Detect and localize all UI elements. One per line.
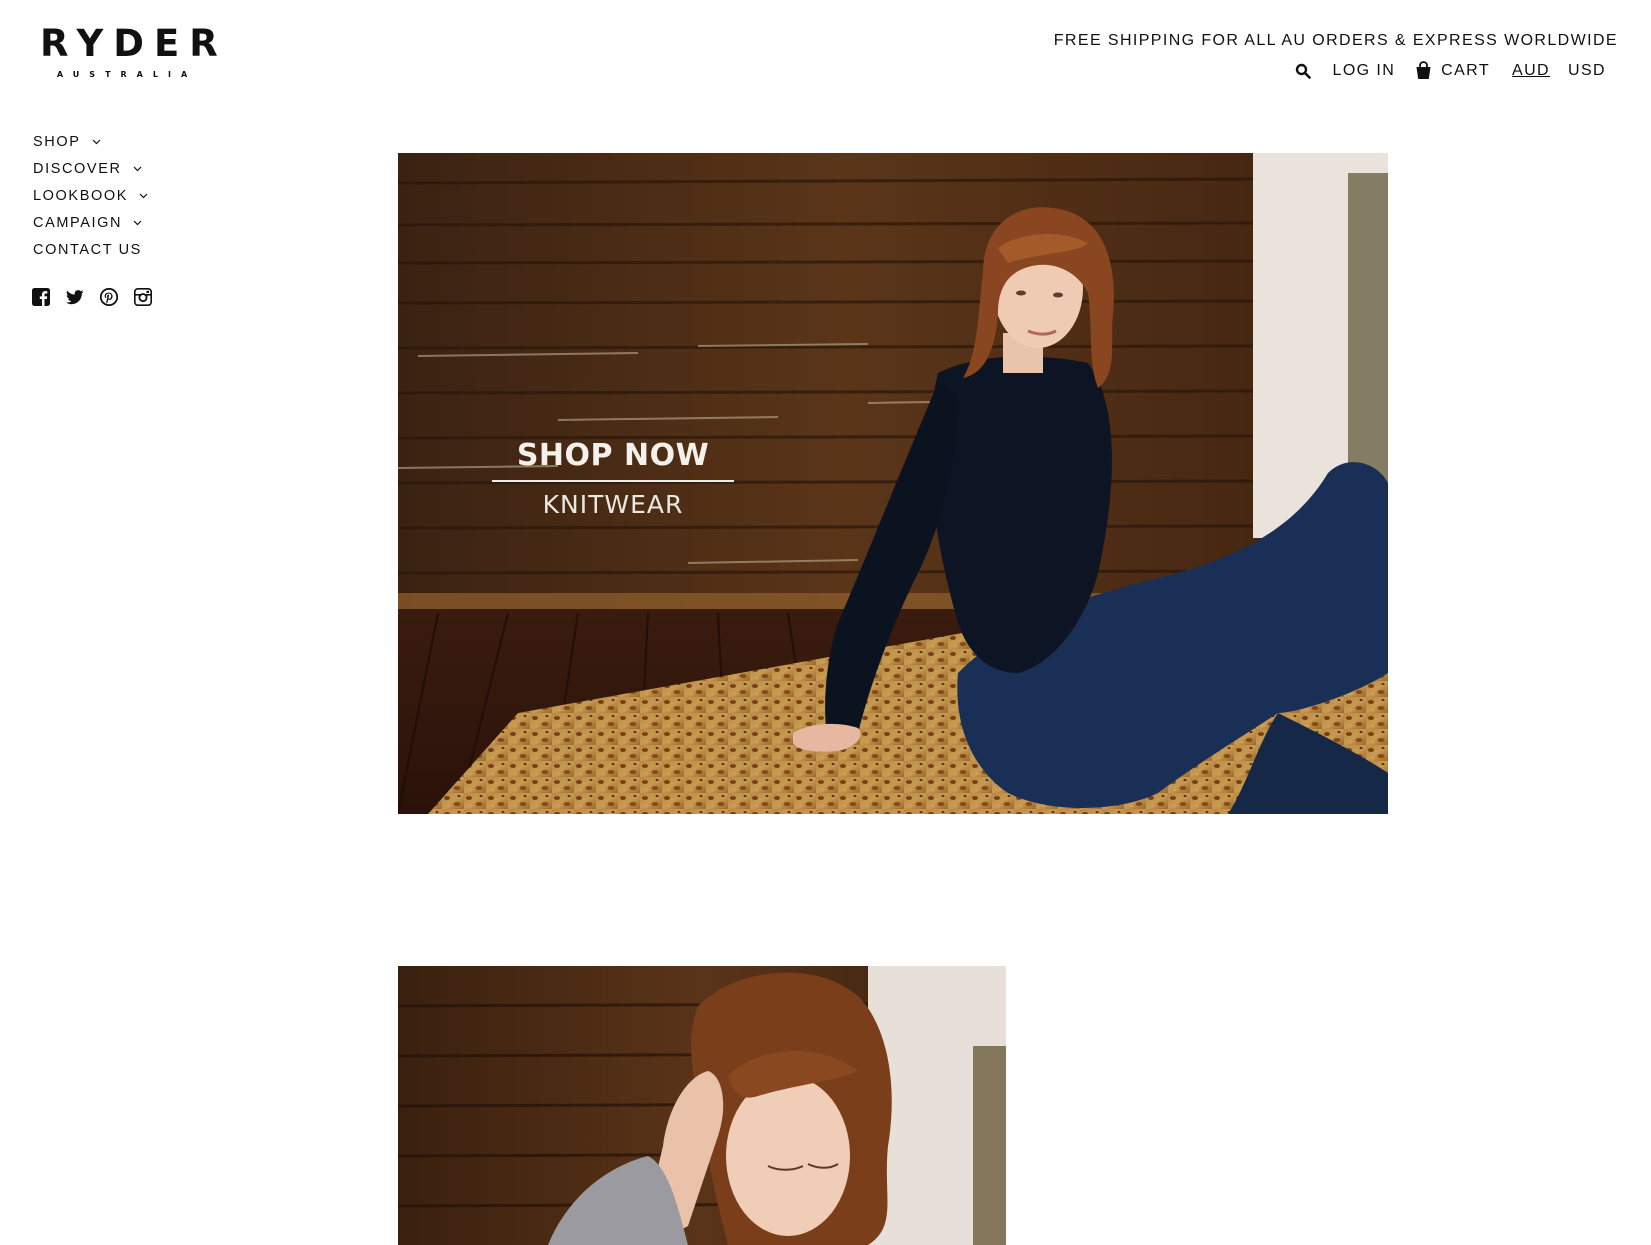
nav-item-label: CONTACT US <box>33 241 142 258</box>
nav-item-contact-us[interactable]: CONTACT US <box>33 236 148 263</box>
nav-item-label: DISCOVER <box>33 160 122 177</box>
nav-item-lookbook[interactable]: LOOKBOOK <box>33 182 148 209</box>
promo-banner: FREE SHIPPING FOR ALL AU ORDERS & EXPRES… <box>1053 32 1618 49</box>
cta-title: SHOP NOW <box>516 438 710 473</box>
secondary-image[interactable] <box>398 966 1006 1245</box>
shopping-bag-icon <box>1416 61 1431 79</box>
page: RYDER AUSTRALIA FREE SHIPPING FOR ALL AU… <box>0 0 1651 1245</box>
cart-link[interactable]: CART <box>1415 61 1512 80</box>
pinterest-icon[interactable] <box>100 288 118 306</box>
brand-subtitle: AUSTRALIA <box>56 70 198 79</box>
nav-item-label: LOOKBOOK <box>33 187 128 204</box>
instagram-icon[interactable] <box>134 288 152 306</box>
hero-banner[interactable]: SHOP NOW KNITWEAR <box>398 153 1388 814</box>
utility-bar: LOG IN CART AUD USD <box>1295 61 1606 80</box>
chevron-down-icon <box>133 166 141 171</box>
facebook-icon[interactable] <box>32 288 50 306</box>
nav-item-shop[interactable]: SHOP <box>33 128 148 155</box>
social-links <box>32 288 152 306</box>
brand-name: RYDER <box>40 22 228 65</box>
secondary-photo <box>398 966 1006 1245</box>
nav-item-label: CAMPAIGN <box>33 214 123 231</box>
nav-item-label: SHOP <box>33 133 81 150</box>
chevron-down-icon <box>92 139 100 144</box>
brand-logo[interactable]: RYDER AUSTRALIA <box>32 22 228 80</box>
login-link[interactable]: LOG IN <box>1333 62 1396 80</box>
nav-item-campaign[interactable]: CAMPAIGN <box>33 209 148 236</box>
currency-usd[interactable]: USD <box>1568 62 1606 80</box>
chevron-down-icon <box>133 220 142 225</box>
cart-label: CART <box>1441 61 1491 79</box>
search-button[interactable] <box>1295 63 1333 79</box>
search-icon <box>1295 63 1311 79</box>
sidebar-nav: SHOP DISCOVER LOOKBOOK CAMPAIGN CONTACT … <box>33 128 148 263</box>
chevron-down-icon <box>139 193 148 198</box>
twitter-icon[interactable] <box>66 288 84 306</box>
nav-item-discover[interactable]: DISCOVER <box>33 155 148 182</box>
hero-cta[interactable]: SHOP NOW KNITWEAR <box>492 436 734 520</box>
cta-divider <box>492 480 734 482</box>
cta-subtitle: KNITWEAR <box>542 490 684 519</box>
currency-aud[interactable]: AUD <box>1512 62 1550 80</box>
